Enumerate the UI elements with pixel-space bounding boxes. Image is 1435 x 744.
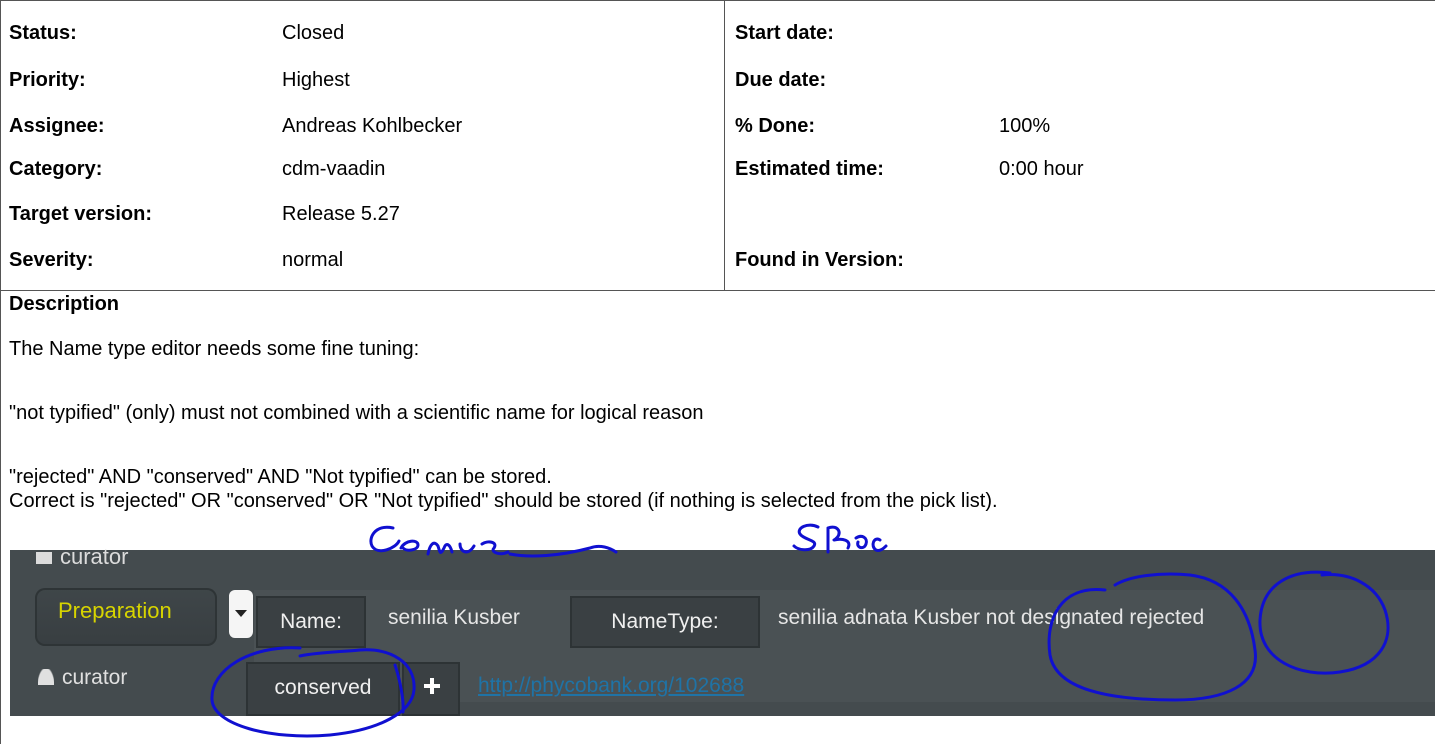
- status-label: Status:: [9, 22, 77, 44]
- description-heading: Description: [9, 293, 120, 315]
- description-line: Correct is "rejected" OR "conserved" OR …: [9, 490, 998, 512]
- estimated-time-label: Estimated time:: [735, 158, 884, 180]
- ghost-curator-label: curator: [36, 544, 128, 570]
- description-line: "not typified" (only) must not combined …: [9, 402, 704, 424]
- severity-value: normal: [282, 249, 344, 271]
- table-top-border: [0, 0, 1435, 1]
- due-date-label: Due date:: [735, 69, 827, 91]
- target-version-value: Release 5.27: [282, 203, 400, 225]
- assignee-value: Andreas Kohlbecker: [282, 115, 463, 137]
- nametype-value: senilia adnata Kusber not designated rej…: [778, 606, 1205, 629]
- conserved-chip: conserved: [246, 662, 400, 716]
- embedded-screenshot: curator Preparation curator Name: senili…: [10, 538, 1435, 716]
- name-value: senilia Kusber: [388, 606, 520, 629]
- plus-icon: [424, 678, 440, 694]
- role-label: curator: [38, 666, 127, 690]
- description-line: The Name type editor needs some fine tun…: [9, 338, 420, 360]
- done-value: 100%: [999, 115, 1051, 137]
- priority-label: Priority:: [9, 69, 86, 91]
- phycobank-link: http://phycobank.org/102688: [478, 674, 745, 697]
- found-in-version-label: Found in Version:: [735, 249, 904, 271]
- table-bottom-border: [0, 290, 1435, 291]
- estimated-time-value: 0:00 hour: [999, 158, 1084, 180]
- status-value: Closed: [282, 22, 345, 44]
- issue-attributes: Status: Closed Priority: Highest Assigne…: [0, 0, 1435, 744]
- assignee-label: Assignee:: [9, 115, 105, 137]
- square-icon: [36, 552, 52, 565]
- start-date-label: Start date:: [735, 22, 834, 44]
- description-line: "rejected" AND "conserved" AND "Not typi…: [9, 466, 552, 488]
- done-label: % Done:: [735, 115, 815, 137]
- table-middle-border: [724, 0, 725, 290]
- table-left-border: [0, 0, 1, 744]
- nametype-chip: NameType:: [570, 596, 760, 648]
- workflow-select-value: Preparation: [58, 598, 172, 623]
- target-version-label: Target version:: [9, 203, 152, 225]
- category-value: cdm-vaadin: [282, 158, 386, 180]
- name-chip: Name:: [256, 596, 366, 648]
- chevron-down-icon: [229, 590, 253, 638]
- category-label: Category:: [9, 158, 103, 180]
- severity-label: Severity:: [9, 249, 94, 271]
- priority-value: Highest: [282, 69, 350, 91]
- user-icon: [38, 669, 54, 685]
